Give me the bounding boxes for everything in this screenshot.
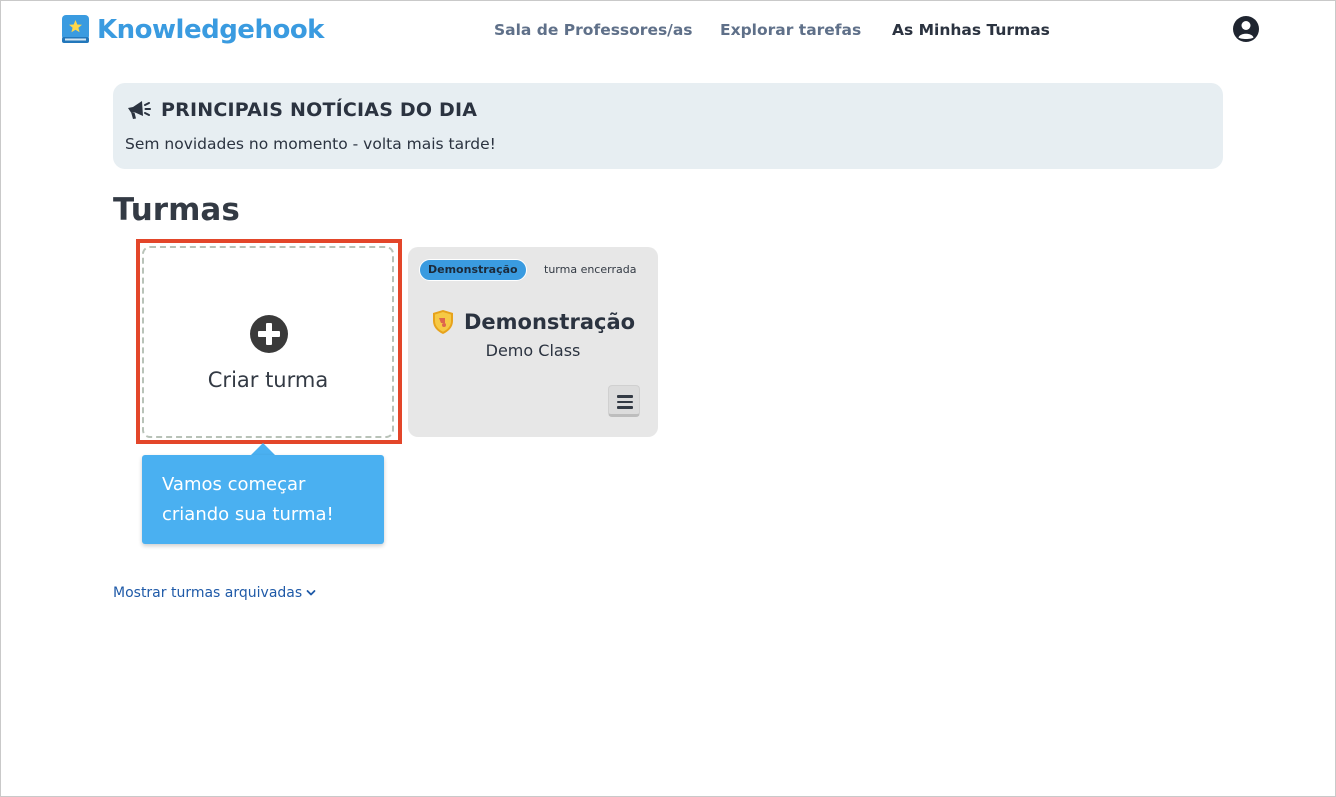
hamburger-menu-icon[interactable] [608, 385, 640, 417]
archived-link-label: Mostrar turmas arquivadas [113, 585, 303, 601]
create-class-card[interactable]: Criar turma [142, 246, 394, 438]
megaphone-icon [128, 101, 151, 119]
plus-circle-icon [250, 315, 288, 353]
create-class-label: Criar turma [207, 368, 329, 392]
nav-sala-de-professores[interactable]: Sala de Professores/as [494, 21, 693, 39]
demo-class-card[interactable]: Demonstração turma encerrada Demonstraçã… [408, 247, 658, 437]
nav-explorar-tarefas[interactable]: Explorar tarefas [720, 21, 861, 39]
show-archived-classes-link[interactable]: Mostrar turmas arquivadas [113, 585, 316, 601]
nav-as-minhas-turmas[interactable]: As Minhas Turmas [892, 21, 1050, 39]
demo-class-name: Demonstração [464, 310, 636, 334]
user-circle-icon[interactable] [1232, 15, 1260, 43]
tooltip-text: Vamos começar criando sua turma! [162, 474, 334, 525]
classes-title: Turmas [113, 192, 240, 228]
shield-icon [433, 310, 453, 334]
news-text: Sem novidades no momento - volta mais ta… [125, 135, 496, 153]
onboarding-tooltip: Vamos começar criando sua turma! [142, 455, 384, 544]
demo-class-subtitle: Demo Class [485, 341, 581, 360]
main-nav: Sala de Professores/as Explorar tarefas … [0, 21, 1336, 41]
demo-badge: Demonstração [419, 259, 527, 281]
news-banner: PRINCIPAIS NOTÍCIAS DO DIA Sem novidades… [113, 83, 1223, 169]
tooltip-arrow [251, 443, 275, 455]
class-status-text: turma encerrada [544, 263, 637, 276]
chevron-down-icon [306, 590, 316, 596]
news-title: PRINCIPAIS NOTÍCIAS DO DIA [161, 99, 478, 121]
